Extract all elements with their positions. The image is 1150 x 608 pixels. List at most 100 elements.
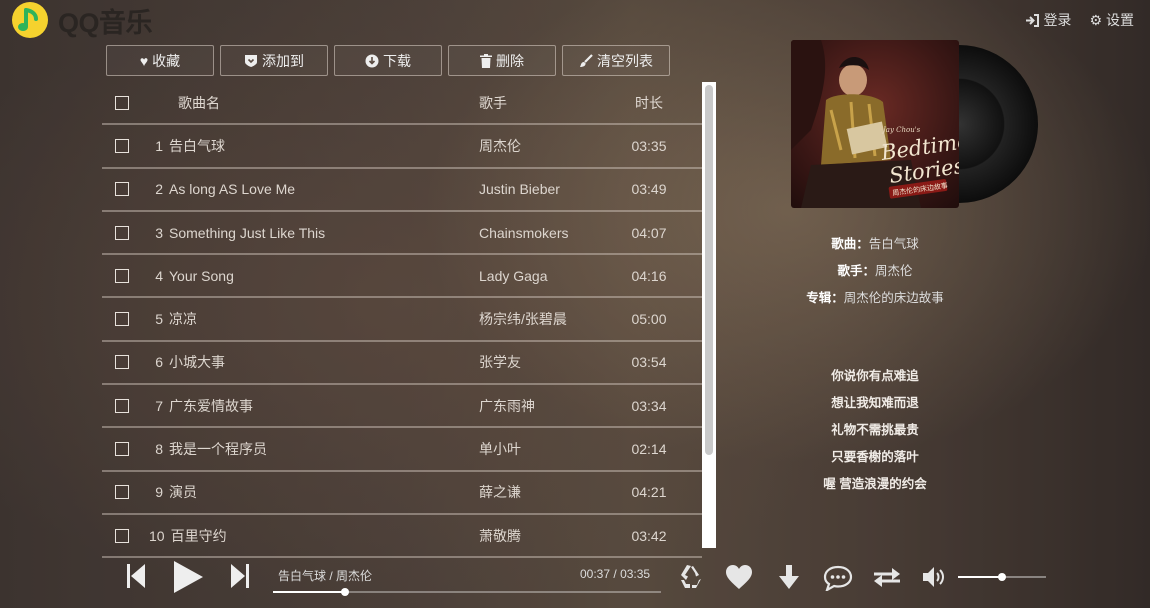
song-row[interactable]: 4 Your Song Lady Gaga 04:16	[102, 255, 702, 299]
song-duration: 02:14	[631, 441, 667, 458]
song-checkbox[interactable]	[115, 182, 129, 197]
lyric-line: 喔 营造浪漫的约会	[823, 477, 927, 491]
like-button[interactable]	[725, 564, 753, 595]
song-checkbox[interactable]	[115, 485, 129, 500]
select-all-checkbox[interactable]	[115, 95, 129, 110]
song-checkbox[interactable]	[115, 138, 129, 153]
song-checkbox[interactable]	[115, 355, 129, 370]
song-name: 我是一个程序员	[169, 441, 267, 458]
song-checkbox[interactable]	[115, 225, 129, 240]
song-artist: 单小叶	[479, 441, 521, 458]
previous-icon	[127, 564, 145, 588]
current-track-artist: 周杰伦	[336, 569, 373, 583]
add-to-button[interactable]: 添加到	[220, 45, 328, 76]
current-track-title: 告白气球	[278, 569, 327, 583]
list-header: 歌曲名 歌手 时长	[102, 82, 702, 126]
song-row[interactable]: 6 小城大事 张学友 03:54	[102, 342, 702, 386]
song-duration: 04:07	[631, 224, 667, 241]
login-link[interactable]: 登录	[1025, 10, 1071, 30]
download-track-button[interactable]	[776, 564, 802, 595]
song-list: 歌曲名 歌手 时长 1 告白气球 周杰伦 03:35 2 As long AS Lo…	[102, 82, 702, 559]
settings-link[interactable]: ⚙ 设置	[1089, 10, 1134, 30]
total-time: 03:35	[620, 567, 651, 581]
song-duration: 04:16	[631, 267, 667, 284]
song-number: 3	[155, 224, 163, 241]
volume-handle[interactable]	[998, 573, 1006, 581]
song-name: Something Just Like This	[169, 224, 326, 241]
song-checkbox[interactable]	[115, 312, 129, 327]
play-button[interactable]	[172, 560, 204, 599]
next-button[interactable]	[230, 563, 250, 594]
song-duration: 03:54	[631, 354, 667, 371]
song-checkbox[interactable]	[115, 442, 129, 457]
song-artist: 周杰伦	[479, 137, 521, 154]
song-name: 告白气球	[169, 137, 225, 154]
song-row[interactable]: 8 我是一个程序员 单小叶 02:14	[102, 428, 702, 472]
song-row[interactable]: 5 凉凉 杨宗纬/张碧晨 05:00	[102, 298, 702, 342]
song-artist: 萧敬腾	[479, 527, 521, 544]
song-number: 10	[149, 527, 165, 544]
volume-slider[interactable]	[958, 573, 1046, 581]
repeat-button[interactable]	[872, 566, 902, 593]
song-number: 1	[155, 137, 163, 154]
song-duration: 04:21	[631, 484, 667, 501]
settings-label: 设置	[1106, 12, 1134, 28]
current-track-info: 告白气球 / 周杰伦	[278, 567, 372, 584]
album-field-label: 专辑：	[806, 291, 844, 305]
favorite-button[interactable]: ♥ 收藏	[106, 45, 214, 76]
song-name: 凉凉	[169, 311, 197, 328]
app-logo[interactable]: QQ音乐	[12, 0, 153, 40]
song-row[interactable]: 2 As long AS Love Me Justin Bieber 03:49	[102, 169, 702, 212]
progress-handle[interactable]	[340, 588, 349, 596]
add-to-label: 添加到	[262, 52, 304, 69]
login-icon	[1026, 13, 1040, 27]
progress-bar[interactable]	[273, 588, 661, 596]
previous-button[interactable]	[126, 563, 146, 594]
song-field-label: 歌曲：	[831, 237, 869, 251]
logo-text: QQ音乐	[58, 7, 153, 38]
delete-label: 删除	[496, 52, 524, 69]
song-row[interactable]: 1 告白气球 周杰伦 03:35	[102, 125, 702, 169]
play-mode-button[interactable]	[677, 563, 705, 596]
song-checkbox[interactable]	[115, 528, 129, 543]
song-duration: 03:34	[631, 397, 667, 414]
song-checkbox[interactable]	[115, 268, 129, 283]
delete-button[interactable]: 删除	[448, 45, 556, 76]
song-duration: 03:42	[631, 527, 667, 544]
clear-list-button[interactable]: 清空列表	[562, 45, 670, 76]
header-song-name: 歌曲名	[178, 94, 220, 111]
repeat-icon	[874, 568, 900, 587]
volume-button[interactable]	[922, 566, 948, 593]
playback-time: 00:37 / 03:35	[580, 567, 651, 581]
song-name: 小城大事	[169, 354, 225, 371]
download-arrow-icon	[779, 565, 799, 589]
progress-fill	[273, 591, 345, 593]
song-number: 4	[155, 267, 163, 284]
list-scrollbar-thumb[interactable]	[705, 85, 713, 455]
song-row[interactable]: 7 广东爱情故事 广东雨神 03:34	[102, 385, 702, 429]
artist-field-value: 周杰伦	[875, 264, 913, 278]
lyric-line: 你说你有点难追	[831, 369, 919, 383]
header-duration: 时长	[635, 94, 663, 111]
song-number: 8	[155, 441, 163, 458]
download-button[interactable]: 下载	[334, 45, 442, 76]
toolbar: ♥ 收藏 添加到 下载 删除 清空列表	[106, 45, 670, 76]
song-row[interactable]: 3 Something Just Like This Chainsmokers 0…	[102, 212, 702, 256]
album-cover: Jay Chou's Bedtime Stories 周杰伦的床边故事	[791, 40, 959, 208]
comment-button[interactable]	[823, 565, 853, 596]
song-duration: 05:00	[631, 311, 667, 328]
gear-icon: ⚙	[1089, 11, 1102, 28]
play-icon	[174, 561, 203, 593]
login-label: 登录	[1043, 12, 1072, 28]
current-time: 00:37	[580, 567, 611, 581]
clear-list-label: 清空列表	[597, 52, 653, 69]
song-checkbox[interactable]	[115, 398, 129, 413]
now-playing-song: 歌曲：告白气球	[760, 233, 990, 252]
now-playing-album: 专辑：周杰伦的床边故事	[760, 287, 990, 306]
volume-fill	[958, 576, 1002, 578]
song-row[interactable]: 9 演员 薛之谦 04:21	[102, 472, 702, 515]
volume-icon	[923, 567, 944, 587]
song-number: 9	[155, 484, 163, 501]
album-field-value: 周杰伦的床边故事	[843, 291, 944, 305]
artist-field-label: 歌手：	[837, 264, 875, 278]
